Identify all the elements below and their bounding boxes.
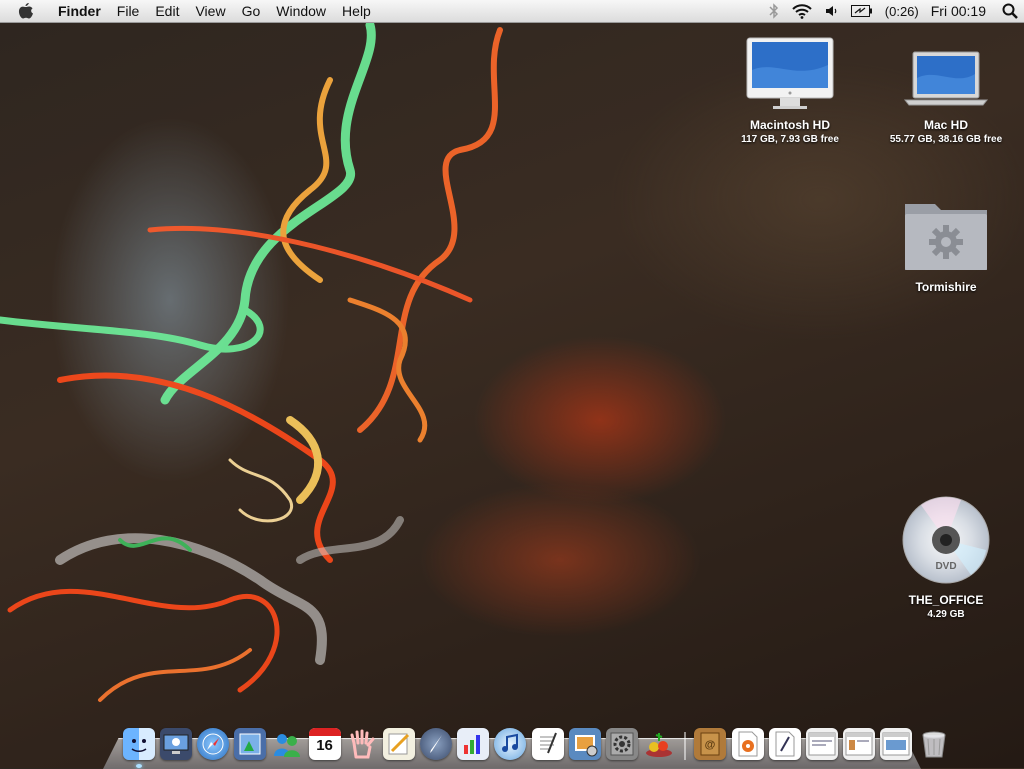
desktop-icon-label: Tormishire [915, 280, 977, 294]
remote-desktop-icon[interactable] [159, 728, 192, 760]
finder-icon[interactable] [122, 728, 155, 768]
script-file-icon[interactable] [768, 728, 801, 760]
preview-icon[interactable] [234, 728, 267, 760]
pages-icon[interactable] [382, 728, 415, 760]
desktop-icon-macintosh-hd[interactable]: Macintosh HD 117 GB, 7.93 GB free [725, 30, 855, 145]
dvd-label: DVD [935, 561, 956, 572]
desktop-icon-mac-hd[interactable]: Mac HD 55.77 GB, 38.16 GB free [881, 30, 1011, 145]
spotlight-icon[interactable] [1002, 3, 1018, 19]
desktop-icon-sublabel: 4.29 GB [927, 609, 965, 620]
menu-go[interactable]: Go [234, 0, 269, 22]
macbook-drive-icon [901, 30, 991, 110]
hand-cursor-icon[interactable] [346, 728, 378, 760]
menu-window[interactable]: Window [268, 0, 334, 22]
itunes-icon[interactable] [494, 728, 527, 760]
ink-icon[interactable] [420, 728, 453, 760]
address-book-icon[interactable]: @ [694, 728, 727, 760]
desktop-icon-label: Mac HD [923, 118, 968, 132]
desktop-icon-tormishire[interactable]: Tormishire [881, 192, 1011, 294]
textedit-icon[interactable] [531, 728, 564, 760]
menu-file[interactable]: File [109, 0, 148, 22]
minimized-window-3[interactable] [880, 728, 913, 760]
dock: 16 @ [120, 720, 952, 768]
desktop-icon-label: THE_OFFICE [908, 593, 984, 607]
minimized-window-1[interactable] [805, 728, 838, 760]
menu-view[interactable]: View [187, 0, 233, 22]
safari-icon[interactable] [196, 728, 229, 760]
desktop-icon-sublabel: 117 GB, 7.93 GB free [741, 134, 839, 145]
dock-separator [683, 732, 686, 760]
battery-icon[interactable] [850, 5, 873, 17]
fruit-app-icon[interactable] [643, 728, 675, 760]
apple-menu-icon[interactable] [18, 2, 36, 20]
minimized-window-2[interactable] [843, 728, 876, 760]
calendar-day: 16 [316, 737, 333, 754]
running-indicator [135, 764, 142, 768]
battery-time[interactable]: (0:26) [885, 4, 919, 19]
audio-file-icon[interactable] [731, 728, 764, 760]
ical-icon[interactable]: 16 [308, 728, 341, 760]
menu-edit[interactable]: Edit [147, 0, 187, 22]
svg-text:@: @ [705, 739, 716, 751]
menu-help[interactable]: Help [334, 0, 379, 22]
wifi-icon[interactable] [791, 3, 813, 19]
volume-icon[interactable] [825, 4, 839, 18]
system-preferences-icon[interactable] [606, 728, 639, 760]
menu-clock[interactable]: Fri 00:19 [931, 3, 986, 19]
desktop-icon-the-office[interactable]: DVD THE_OFFICE 4.29 GB [881, 496, 1011, 620]
desktop-icon-sublabel: 55.77 GB, 38.16 GB free [889, 134, 1003, 145]
bluetooth-icon[interactable] [769, 3, 779, 19]
iphoto-icon[interactable] [568, 728, 601, 760]
dvd-disc-icon: DVD [901, 496, 991, 585]
numbers-icon[interactable] [457, 728, 490, 760]
desktop-icon-label: Macintosh HD [749, 118, 830, 132]
menu-bar: Finder File Edit View Go Window Help (0:… [0, 0, 1024, 23]
trash-icon[interactable] [918, 728, 950, 760]
ichat-icon[interactable] [271, 728, 303, 760]
desktop-wallpaper [0, 20, 503, 702]
imac-drive-icon [745, 30, 835, 110]
menu-app-finder[interactable]: Finder [50, 0, 109, 22]
gear-folder-icon [901, 192, 991, 272]
